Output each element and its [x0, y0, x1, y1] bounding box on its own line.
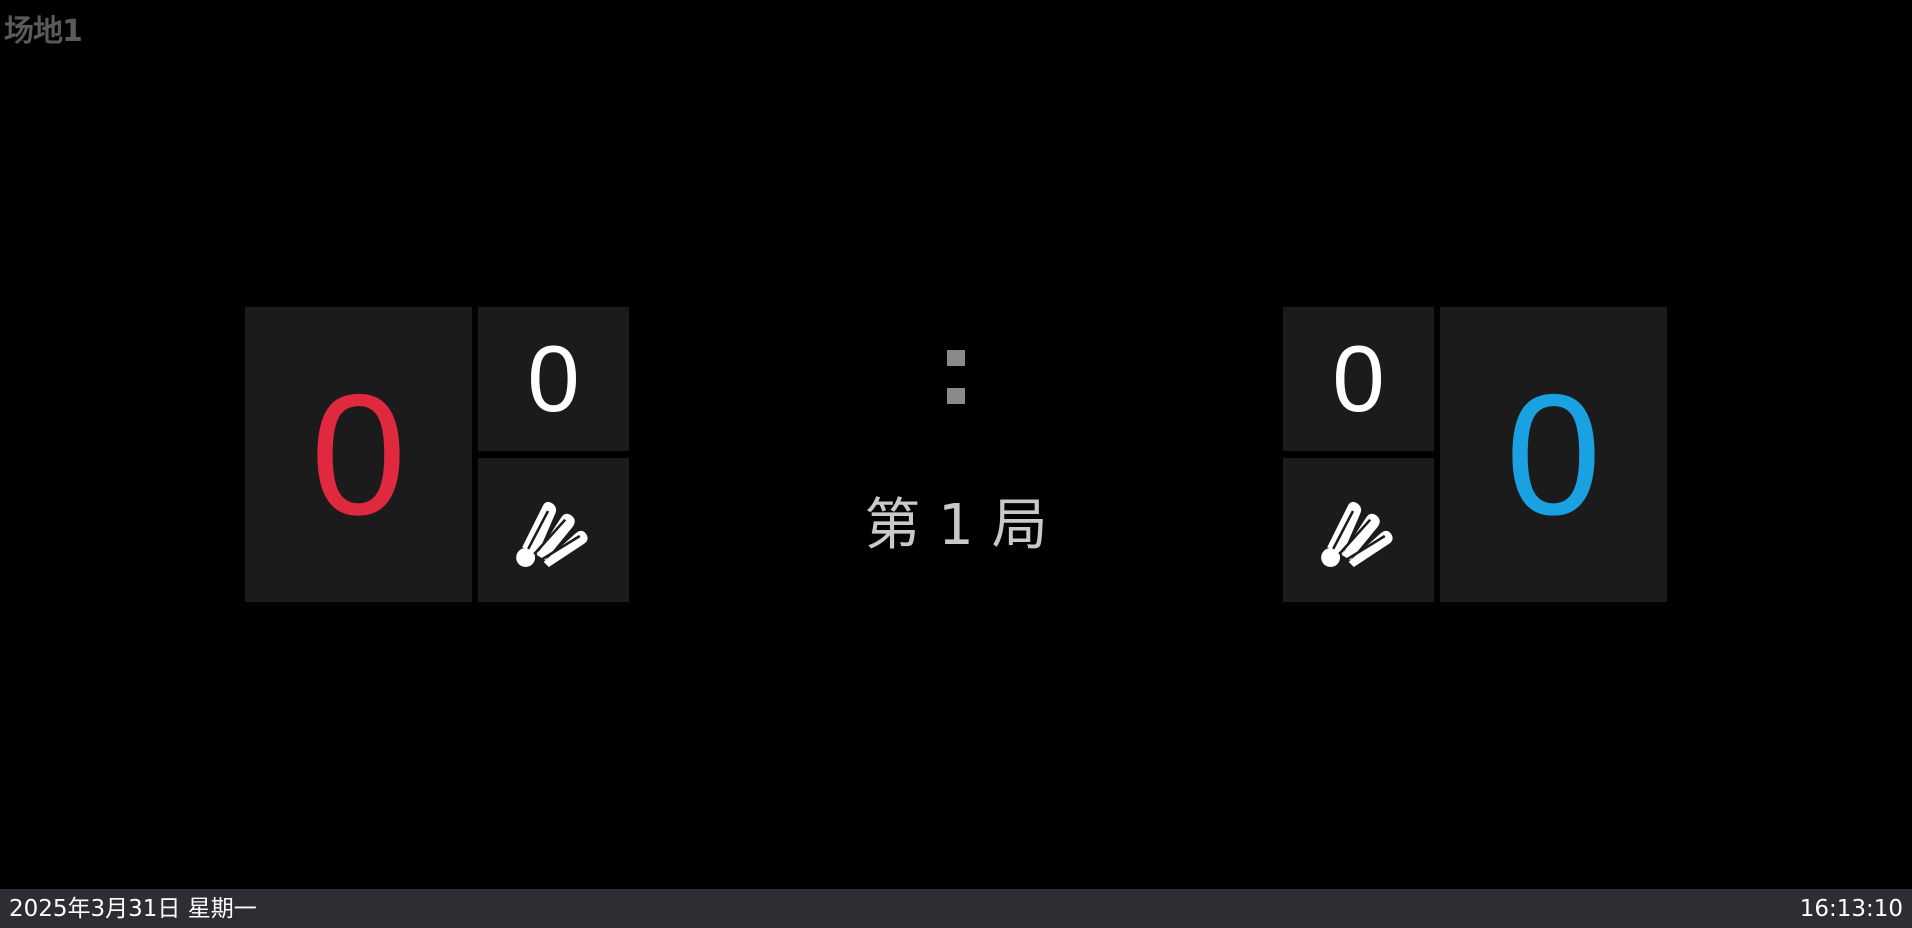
right-game-score: 0 [1332, 326, 1385, 431]
right-main-score: 0 [1505, 358, 1602, 551]
left-game-score-panel: 0 [478, 307, 629, 451]
separator-dot-bottom [947, 388, 965, 404]
right-game-score-panel: 0 [1283, 307, 1434, 451]
status-bar: 2025年3月31日 星期一 16:13:10 [0, 889, 1912, 928]
right-serve-indicator [1283, 458, 1434, 602]
court-label: 场地1 [4, 14, 83, 49]
right-main-score-panel: 0 [1440, 307, 1667, 602]
shuttlecock-icon [1316, 487, 1402, 573]
status-clock: 16:13:10 [1799, 896, 1903, 922]
left-game-score: 0 [527, 326, 580, 431]
score-separator [947, 350, 965, 404]
status-date: 2025年3月31日 星期一 [9, 896, 257, 922]
separator-dot-top [947, 350, 965, 366]
